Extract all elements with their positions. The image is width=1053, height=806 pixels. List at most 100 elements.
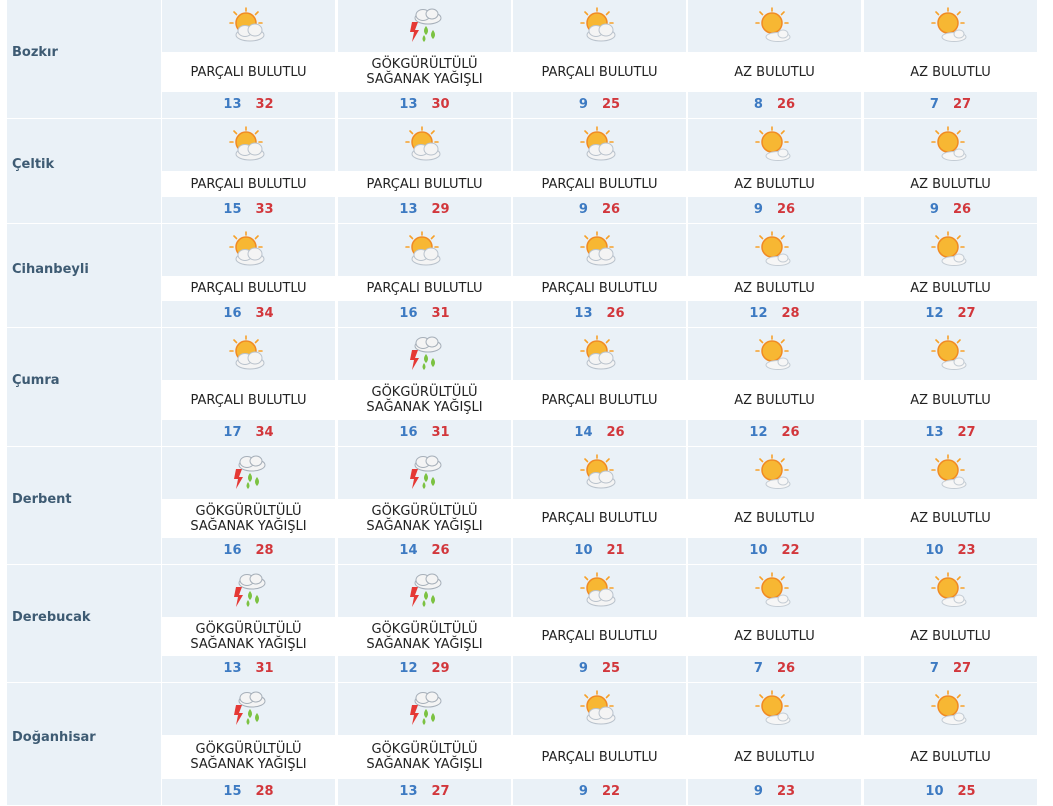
temperature-range: 9 23 xyxy=(688,784,861,799)
condition-text: AZ BULUTLU xyxy=(910,749,991,765)
partly-cloudy-icon xyxy=(579,6,619,46)
temperature-range: 17 34 xyxy=(162,425,335,440)
high-temperature: 31 xyxy=(255,661,274,676)
mostly-sunny-icon xyxy=(754,571,794,611)
partly-cloudy-icon xyxy=(579,689,619,729)
condition-text: AZ BULUTLU xyxy=(910,176,991,192)
city-cell: Derebucak xyxy=(7,565,161,682)
forecast-day-cell: GÖKGÜRÜLTÜLÜ SAĞANAK YAĞIŞLI 13 27 xyxy=(338,683,511,805)
low-temperature: 14 xyxy=(399,543,418,558)
mostly-sunny-icon xyxy=(754,230,794,270)
condition-text: PARÇALI BULUTLU xyxy=(190,281,307,296)
condition-label: AZ BULUTLU xyxy=(864,735,1037,779)
city-name[interactable]: Cihanbeyli xyxy=(12,262,89,277)
condition-text: AZ BULUTLU xyxy=(734,64,815,80)
temperature-range: 13 27 xyxy=(338,784,511,799)
high-temperature: 27 xyxy=(957,425,976,440)
temperature-range: 10 23 xyxy=(864,543,1037,558)
temperature-band: 16 28 xyxy=(162,538,335,564)
mostly-sunny-icon xyxy=(930,689,970,729)
temperature-band: 12 26 xyxy=(688,420,861,446)
icon-band xyxy=(688,119,861,171)
low-temperature: 15 xyxy=(223,202,242,217)
forecast-day-cell: AZ BULUTLU 9 23 xyxy=(688,683,861,805)
condition-label: AZ BULUTLU xyxy=(688,380,861,420)
forecast-day-cell: AZ BULUTLU 13 27 xyxy=(864,328,1037,446)
temperature-range: 13 26 xyxy=(513,306,686,321)
icon-band xyxy=(864,683,1037,735)
thunderstorm-icon xyxy=(228,453,268,493)
partly-cloudy-icon xyxy=(228,125,268,165)
condition-label: AZ BULUTLU xyxy=(688,735,861,779)
city-name[interactable]: Çeltik xyxy=(12,157,54,172)
high-temperature: 26 xyxy=(431,543,450,558)
forecast-day-cell: AZ BULUTLU 7 26 xyxy=(688,565,861,682)
temperature-range: 15 33 xyxy=(162,202,335,217)
condition-text: GÖKGÜRÜLTÜLÜ SAĞANAK YAĞIŞLI xyxy=(190,742,307,772)
forecast-day-cell: AZ BULUTLU 9 26 xyxy=(688,119,861,223)
temperature-band: 14 26 xyxy=(338,538,511,564)
low-temperature: 16 xyxy=(399,425,418,440)
temperature-range: 13 32 xyxy=(162,97,335,112)
high-temperature: 27 xyxy=(952,97,972,112)
icon-band xyxy=(162,683,335,735)
forecast-day-cell: PARÇALI BULUTLU 10 21 xyxy=(513,447,686,564)
high-temperature: 28 xyxy=(255,543,274,558)
low-temperature: 9 xyxy=(753,202,763,217)
condition-label: AZ BULUTLU xyxy=(688,171,861,197)
icon-band xyxy=(338,224,511,276)
low-temperature: 12 xyxy=(399,661,418,676)
condition-label: AZ BULUTLU xyxy=(688,499,861,538)
temperature-band: 9 26 xyxy=(513,197,686,223)
condition-label: PARÇALI BULUTLU xyxy=(513,380,686,420)
low-temperature: 13 xyxy=(925,425,944,440)
condition-label: PARÇALI BULUTLU xyxy=(162,276,335,301)
high-temperature: 26 xyxy=(781,425,800,440)
high-temperature: 31 xyxy=(431,425,450,440)
partly-cloudy-icon xyxy=(579,334,619,374)
forecast-day-cell: AZ BULUTLU 8 26 xyxy=(688,0,861,118)
forecast-day-cell: AZ BULUTLU 12 27 xyxy=(864,224,1037,327)
mostly-sunny-icon xyxy=(930,230,970,270)
condition-text: AZ BULUTLU xyxy=(910,64,991,80)
icon-band xyxy=(338,683,511,735)
temperature-band: 13 32 xyxy=(162,92,335,118)
temperature-band: 16 34 xyxy=(162,301,335,327)
city-name[interactable]: Derebucak xyxy=(12,610,91,625)
temperature-range: 16 28 xyxy=(162,543,335,558)
mostly-sunny-icon xyxy=(930,571,970,611)
high-temperature: 26 xyxy=(776,202,796,217)
high-temperature: 22 xyxy=(781,543,800,558)
condition-text: PARÇALI BULUTLU xyxy=(541,511,658,526)
mostly-sunny-icon xyxy=(754,6,794,46)
city-name[interactable]: Bozkır xyxy=(12,45,58,60)
city-cell: Cihanbeyli xyxy=(7,224,161,327)
temperature-range: 16 31 xyxy=(338,306,511,321)
high-temperature: 28 xyxy=(781,306,800,321)
partly-cloudy-icon xyxy=(404,125,444,165)
icon-band xyxy=(864,565,1037,617)
city-name[interactable]: Çumra xyxy=(12,373,60,388)
low-temperature: 12 xyxy=(925,306,944,321)
temperature-range: 9 26 xyxy=(688,202,861,217)
forecast-row: Cihanbeyli PARÇALI BULUTLU 16 34 PARÇALI B… xyxy=(0,224,1053,327)
condition-text: AZ BULUTLU xyxy=(910,281,991,296)
temperature-band: 13 29 xyxy=(338,197,511,223)
icon-band xyxy=(864,224,1037,276)
temperature-band: 13 27 xyxy=(864,420,1037,446)
temperature-band: 15 33 xyxy=(162,197,335,223)
temperature-band: 9 26 xyxy=(864,197,1037,223)
icon-band xyxy=(513,0,686,52)
temperature-range: 12 26 xyxy=(688,425,861,440)
forecast-day-cell: AZ BULUTLU 12 26 xyxy=(688,328,861,446)
temperature-band: 7 27 xyxy=(864,92,1037,118)
low-temperature: 8 xyxy=(753,97,763,112)
condition-text: GÖKGÜRÜLTÜLÜ SAĞANAK YAĞIŞLI xyxy=(366,503,483,534)
condition-label: PARÇALI BULUTLU xyxy=(162,52,335,92)
low-temperature: 7 xyxy=(929,661,939,676)
icon-band xyxy=(513,447,686,499)
high-temperature: 34 xyxy=(255,425,274,440)
low-temperature: 13 xyxy=(399,202,418,217)
city-name[interactable]: Derbent xyxy=(12,492,72,507)
city-name[interactable]: Doğanhisar xyxy=(12,730,96,745)
